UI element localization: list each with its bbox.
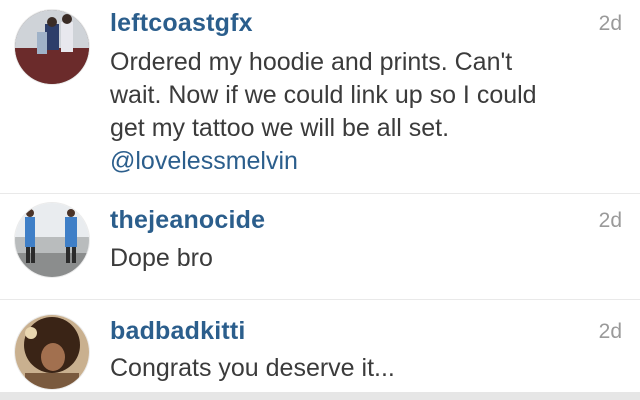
- avatar-photo: [15, 203, 89, 277]
- comment-text-line: Ordered my hoodie and prints. Can't: [110, 48, 513, 76]
- comment-item[interactable]: thejeanocide 2d Dope bro: [0, 194, 640, 300]
- avatar[interactable]: [15, 315, 89, 389]
- comment-timestamp: 2d: [598, 12, 622, 35]
- bottom-divider: [0, 392, 640, 400]
- comment-text: Ordered my hoodie and prints. Can't wait.…: [110, 46, 615, 178]
- comment-timestamp: 2d: [598, 320, 622, 343]
- comment-text: Dope bro: [110, 244, 213, 272]
- avatar-photo: [15, 315, 89, 389]
- comment-list: leftcoastgfx 2d Ordered my hoodie and pr…: [0, 0, 640, 400]
- mention-link[interactable]: @lovelessmelvin: [110, 147, 298, 175]
- comment-item[interactable]: badbadkitti 2d Congrats you deserve it..…: [0, 300, 640, 392]
- avatar[interactable]: [15, 10, 89, 84]
- comment-timestamp: 2d: [598, 209, 622, 232]
- comment-text: Congrats you deserve it...: [110, 354, 395, 382]
- comment-username[interactable]: badbadkitti: [110, 317, 246, 346]
- comment-item[interactable]: leftcoastgfx 2d Ordered my hoodie and pr…: [0, 0, 640, 194]
- avatar-photo: [15, 10, 89, 84]
- avatar[interactable]: [15, 203, 89, 277]
- comment-username[interactable]: leftcoastgfx: [110, 9, 253, 38]
- comment-text-line: wait. Now if we could link up so I could: [110, 81, 537, 109]
- comment-text-line: get my tattoo we will be all set.: [110, 114, 450, 142]
- comment-username[interactable]: thejeanocide: [110, 206, 265, 235]
